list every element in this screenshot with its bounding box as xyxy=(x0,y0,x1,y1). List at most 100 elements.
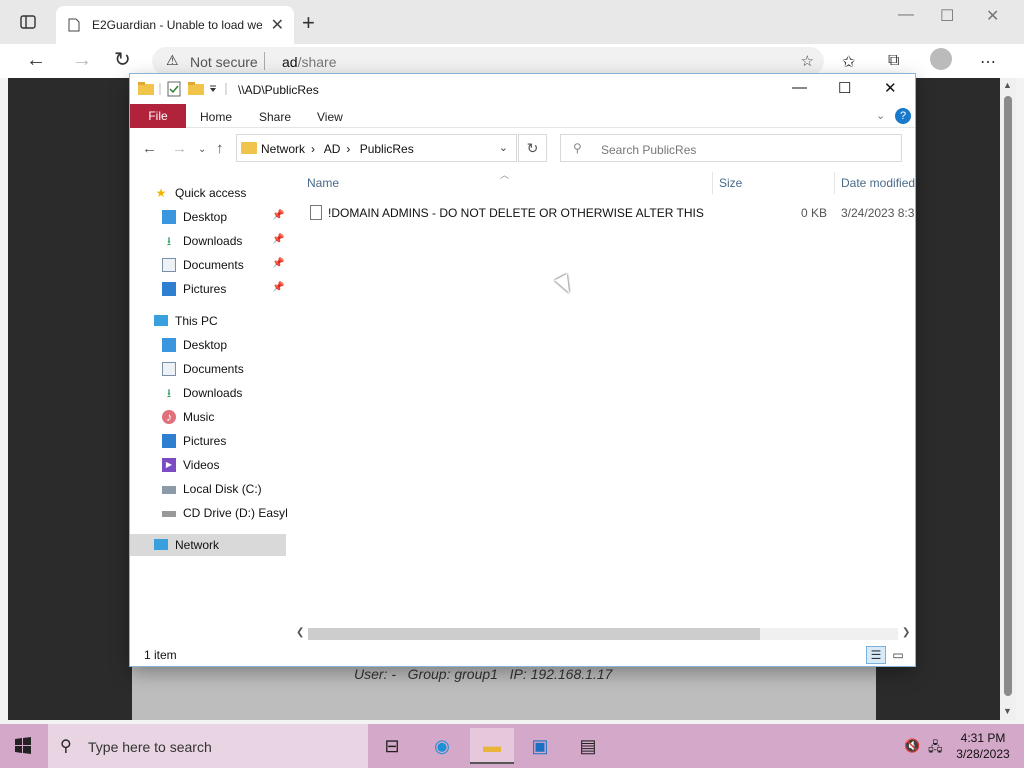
chevron-down-icon[interactable]: ⌄ xyxy=(499,141,508,154)
scroll-thumb[interactable] xyxy=(308,628,760,640)
taskbar: ⚲ Type here to search ⊟ ◉ ▬ ▣ ▤ 🔇 🖧 4:31… xyxy=(0,724,1024,768)
tab-home[interactable]: Home xyxy=(200,110,232,124)
network-tray-icon[interactable]: 🖧 xyxy=(928,738,943,760)
desktop-icon xyxy=(162,338,176,352)
horizontal-scrollbar[interactable]: ❮ ❯ xyxy=(294,626,915,642)
chevron-down-icon[interactable]: ⌄ xyxy=(876,109,885,122)
back-button[interactable]: ← xyxy=(26,50,46,70)
pictures-icon xyxy=(162,282,176,296)
taskbar-search[interactable]: ⚲ Type here to search xyxy=(48,724,368,768)
tab-share[interactable]: Share xyxy=(259,110,291,124)
refresh-button[interactable]: ↻ xyxy=(114,50,131,70)
file-name: !DOMAIN ADMINS - DO NOT DELETE OR OTHERW… xyxy=(328,206,704,220)
sidebar-item-downloads[interactable]: ⭳ Downloads 📌 xyxy=(130,230,286,252)
sidebar-item-pc-pictures[interactable]: Pictures xyxy=(130,430,286,452)
breadcrumb-publicres[interactable]: PublicRes xyxy=(360,142,414,156)
minimize-icon[interactable]: — xyxy=(898,6,914,24)
forward-button[interactable]: → xyxy=(72,50,92,70)
window-title: \\AD\PublicRes xyxy=(238,83,319,97)
scroll-up-icon[interactable]: ▲ xyxy=(1003,80,1012,90)
column-size[interactable]: Size xyxy=(719,176,742,190)
navigation-pane: ★ Quick access Desktop 📌 ⭳ Downloads 📌 D… xyxy=(130,168,290,638)
minimize-icon[interactable]: — xyxy=(792,79,807,96)
column-name[interactable]: Name xyxy=(307,176,339,190)
back-button[interactable]: ← xyxy=(142,140,157,157)
up-button[interactable]: ↑ xyxy=(216,140,224,157)
column-divider[interactable] xyxy=(834,172,835,194)
clock[interactable]: 4:31 PM 3/28/2023 xyxy=(948,730,1018,762)
sidebar-item-local-disk[interactable]: Local Disk (C:) xyxy=(130,478,286,500)
windows-start-icon[interactable] xyxy=(14,736,32,759)
page-scrollbar[interactable]: ▲ ▼ xyxy=(1000,78,1016,720)
task-view-icon[interactable]: ⊟ xyxy=(370,728,414,764)
breadcrumb-ad[interactable]: AD xyxy=(324,142,341,156)
sidebar-item-this-pc[interactable]: This PC xyxy=(130,310,286,332)
large-icons-view-icon[interactable]: ▭ xyxy=(888,646,908,664)
block-info: User: - Group: group1 IP: 192.168.1.17 xyxy=(354,666,613,682)
maximize-icon[interactable]: ☐ xyxy=(838,79,851,97)
recent-locations-icon[interactable]: ⌄ xyxy=(198,144,206,155)
url-text: ad/share xyxy=(282,54,337,70)
close-tab-icon[interactable]: ✕ xyxy=(271,15,284,35)
navigation-bar: ← → ⌄ ↑ Network › AD › PublicRes ⌄ ↻ ⚲ Sea… xyxy=(130,128,915,168)
add-favorite-icon[interactable]: ☆ xyxy=(801,52,814,70)
scroll-thumb[interactable] xyxy=(1004,96,1012,696)
column-date-modified[interactable]: Date modified xyxy=(841,176,915,190)
tab-active[interactable]: E2Guardian - Unable to load web ✕ xyxy=(56,6,294,44)
more-icon[interactable]: ⋯ xyxy=(980,52,996,72)
refresh-button[interactable]: ↻ xyxy=(518,134,547,162)
search-icon: ⚲ xyxy=(60,738,72,755)
scroll-down-icon[interactable]: ▼ xyxy=(1003,706,1012,716)
ribbon: File Home Share View ⌄ ? xyxy=(130,104,915,128)
scroll-left-icon[interactable]: ❮ xyxy=(296,627,304,638)
maximize-icon[interactable]: ☐ xyxy=(940,6,954,26)
sidebar-item-videos[interactable]: ▶ Videos xyxy=(130,454,286,476)
tab-file[interactable]: File xyxy=(130,104,186,128)
sidebar-item-cd-drive[interactable]: CD Drive (D:) EasyKI xyxy=(130,502,290,524)
file-icon xyxy=(310,205,322,220)
breadcrumb-network[interactable]: Network xyxy=(261,142,305,156)
sidebar-item-pictures[interactable]: Pictures 📌 xyxy=(130,278,286,300)
sidebar-item-pc-documents[interactable]: Documents xyxy=(130,358,286,380)
address-bar[interactable]: ⚠ Not secure ad/share ☆ xyxy=(152,47,824,75)
sidebar-item-documents[interactable]: Documents 📌 xyxy=(130,254,286,276)
sidebar-item-quick-access[interactable]: ★ Quick access xyxy=(130,182,286,204)
sidebar-item-desktop[interactable]: Desktop 📌 xyxy=(130,206,286,228)
sort-arrow-icon: ︿ xyxy=(500,170,510,180)
favorites-icon[interactable]: ✩ xyxy=(842,52,855,72)
sidebar-item-pc-downloads[interactable]: ⭳ Downloads xyxy=(130,382,286,404)
divider xyxy=(264,52,265,70)
cd-drive-icon xyxy=(162,511,176,517)
close-icon[interactable]: ✕ xyxy=(884,79,897,97)
scroll-right-icon[interactable]: ❯ xyxy=(902,627,910,638)
edge-icon[interactable]: ◉ xyxy=(420,728,464,764)
search-input[interactable]: ⚲ Search PublicRes xyxy=(560,134,902,162)
collections-icon[interactable]: ⧉ xyxy=(888,52,899,70)
folder-icon xyxy=(241,142,257,154)
terminal-icon[interactable]: ▤ xyxy=(566,728,610,764)
sidebar-item-pc-desktop[interactable]: Desktop xyxy=(130,334,286,356)
file-row[interactable]: !DOMAIN ADMINS - DO NOT DELETE OR OTHERW… xyxy=(294,202,915,224)
help-icon[interactable]: ? xyxy=(895,108,911,124)
forward-button[interactable]: → xyxy=(172,140,187,157)
profile-avatar[interactable] xyxy=(930,48,952,70)
volume-muted-icon[interactable]: 🔇 xyxy=(904,738,920,754)
file-date: 3/24/2023 8:37 xyxy=(841,206,915,220)
details-view-icon[interactable]: ☰ xyxy=(866,646,886,664)
breadcrumb[interactable]: Network › AD › PublicRes ⌄ xyxy=(236,134,517,162)
drive-icon xyxy=(162,486,176,494)
remote-desktop-icon[interactable]: ▣ xyxy=(518,728,562,764)
file-explorer-icon[interactable]: ▬ xyxy=(470,728,514,764)
explorer-titlebar: \\AD\PublicRes — ☐ ✕ xyxy=(130,74,915,104)
network-icon xyxy=(154,539,168,550)
column-divider[interactable] xyxy=(712,172,713,194)
tab-actions-icon[interactable] xyxy=(20,14,42,32)
sidebar-item-music[interactable]: ♪ Music xyxy=(130,406,286,428)
pin-icon: 📌 xyxy=(272,210,285,221)
quick-access-toolbar[interactable] xyxy=(138,81,230,100)
tab-view[interactable]: View xyxy=(317,110,343,124)
sidebar-item-network[interactable]: Network xyxy=(130,534,286,556)
browser-toolbar: ← → ↻ ⚠ Not secure ad/share ☆ ✩ ⧉ ⋯ xyxy=(0,44,1024,78)
new-tab-button[interactable]: + xyxy=(302,12,315,34)
close-window-icon[interactable]: ✕ xyxy=(986,6,999,26)
